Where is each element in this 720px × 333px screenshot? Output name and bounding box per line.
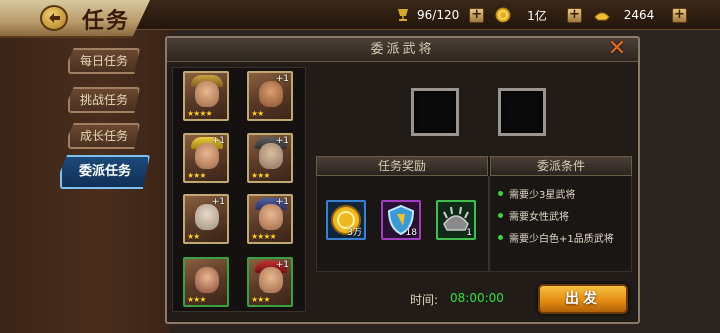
hero-slot[interactable] [498,88,546,136]
close-button[interactable]: ✕ [606,36,628,61]
hero-card[interactable]: +1 ★★★ [247,133,293,183]
hero-portrait [195,267,219,293]
hero-stars: ★★★ [187,171,206,180]
hero-portrait [195,81,219,107]
hero-portrait [259,204,283,230]
dialog-title: 委派武将 [167,38,638,62]
resource-stamina-value: 96/120 [417,8,460,22]
hero-plus-badge: +1 [275,197,289,207]
trophy-icon [398,9,408,21]
hero-plus-badge: +1 [275,74,289,84]
condition-bullet [498,191,503,196]
resource-ingot: 2464 + [594,6,687,24]
back-button[interactable] [40,5,68,31]
hero-card[interactable]: ★★★★ [183,71,229,121]
hero-stars: ★★★★ [187,109,213,118]
reward-item[interactable]: 3万 [326,200,366,240]
hero-card[interactable]: +1 ★★★ [247,257,293,307]
resource-ingot-value: 2464 [623,8,655,22]
hero-portrait [259,267,283,293]
hero-plus-badge: +1 [275,260,289,270]
page-title: 任务 [82,8,131,34]
add-stamina-button[interactable]: + [469,7,485,23]
hero-plus-badge: +1 [211,197,225,207]
condition-text: 需要少白色+1品质武将 [509,234,614,245]
hero-card[interactable]: +1 ★★★★ [247,194,293,244]
gold-ingot-icon [594,12,610,21]
time-value: 08:00:00 [450,291,504,305]
tab-challenge[interactable]: 挑战任务 [68,87,140,113]
resource-coin: 1亿 + [495,6,582,24]
hero-stars: ★★★ [251,295,270,304]
add-coin-button[interactable]: + [567,7,582,23]
condition-text: 需要女性武将 [509,212,569,223]
hero-portrait [195,143,219,169]
section-divider [488,176,490,272]
reward-item[interactable]: 18 [381,200,421,240]
hero-card[interactable]: +1 ★★ [247,71,293,121]
time-label: 时间: [410,293,439,307]
resource-stamina: 96/120 + [395,6,485,24]
reward-count: 1 [466,228,472,238]
hero-stars: ★★ [251,109,264,118]
depart-button[interactable]: 出发 [538,284,628,314]
tab-delegate[interactable]: 委派任务 [60,155,150,189]
condition-item: 需要少3星武将 [498,186,575,201]
reward-count: 18 [405,228,417,238]
reward-header: 任务奖励 [316,156,488,176]
hero-stars: ★★★★ [251,232,277,241]
hero-plus-badge: +1 [275,136,289,146]
hero-card[interactable]: +1 ★★★ [183,133,229,183]
condition-bullet [498,235,503,240]
condition-text: 需要少3星武将 [509,190,576,201]
close-icon: ✕ [607,36,627,61]
reward-count: 3万 [347,228,362,238]
hero-portrait [259,143,283,169]
condition-item: 需要女性武将 [498,208,569,223]
hero-slot[interactable] [411,88,459,136]
hero-stars: ★★★ [187,295,206,304]
hero-portrait [259,81,283,107]
hero-card[interactable]: ★★★ [183,257,229,307]
hero-portrait [195,204,219,230]
add-ingot-button[interactable]: + [672,7,687,23]
resource-coin-value: 1亿 [527,8,547,23]
gold-coin-icon [495,7,511,23]
condition-item: 需要少白色+1品质武将 [498,230,614,245]
tab-growth[interactable]: 成长任务 [68,123,140,149]
tab-daily[interactable]: 每日任务 [68,48,140,74]
condition-header: 委派条件 [490,156,632,176]
back-arrow-icon [49,13,60,23]
hero-card[interactable]: +1 ★★ [183,194,229,244]
hero-stars: ★★★ [251,171,270,180]
hero-plus-badge: +1 [211,136,225,146]
condition-bullet [498,213,503,218]
reward-item[interactable]: 1 [436,200,476,240]
hero-stars: ★★ [187,232,200,241]
